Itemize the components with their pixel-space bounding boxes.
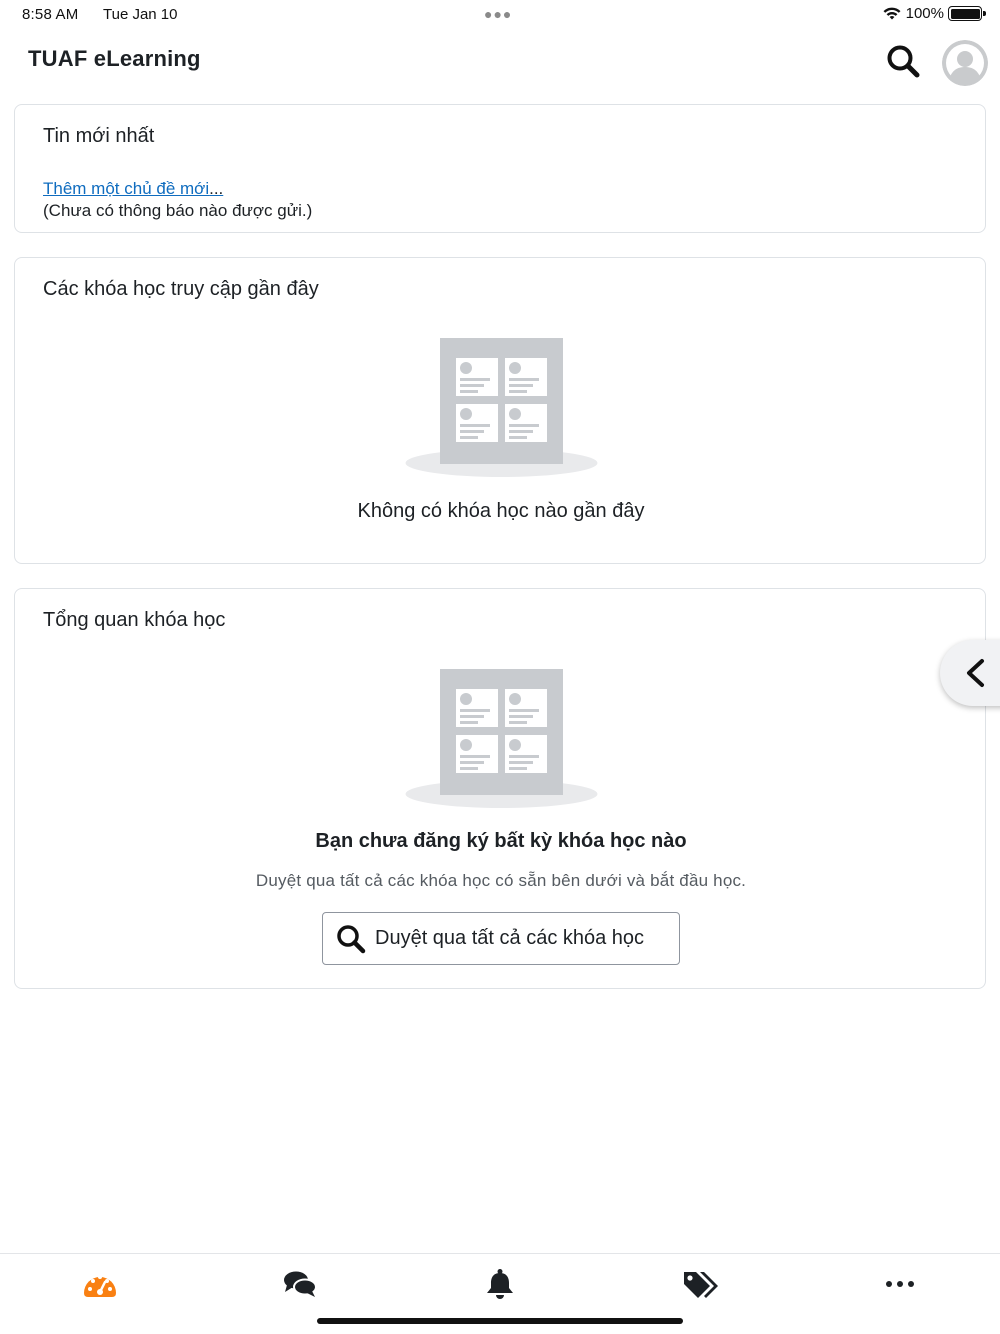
empty-overview-illustration-icon	[405, 669, 598, 808]
course-overview-title: Tổng quan khóa học	[43, 609, 226, 631]
tab-dashboard[interactable]	[80, 1266, 120, 1302]
recent-courses-title: Các khóa học truy cập gần đây	[43, 278, 319, 300]
search-button[interactable]	[884, 42, 922, 80]
browse-courses-hint: Duyệt qua tất cả các khóa học có sẵn bên…	[255, 871, 747, 890]
add-topic-link-row: Thêm một chủ đề mới...	[43, 179, 223, 199]
messages-icon	[284, 1271, 317, 1297]
dashboard-icon	[84, 1275, 116, 1297]
bell-icon	[487, 1269, 513, 1299]
tab-tags[interactable]	[680, 1266, 720, 1302]
search-icon	[337, 924, 366, 953]
multitasking-dots-icon: ●●●	[484, 6, 513, 22]
tab-messages[interactable]	[280, 1266, 320, 1302]
tags-icon	[684, 1272, 718, 1298]
latest-news-title: Tin mới nhất	[43, 125, 155, 147]
open-drawer-button[interactable]	[940, 640, 1000, 706]
more-icon	[886, 1281, 914, 1287]
recent-courses-card: Các khóa học truy cập gần đây Không có k…	[14, 257, 986, 564]
status-bar: 8:58 AM Tue Jan 10 ●●● 100%	[0, 0, 1000, 28]
battery-icon	[948, 6, 986, 21]
tab-notifications[interactable]	[480, 1266, 520, 1302]
no-enrolled-courses-heading: Bạn chưa đăng ký bất kỳ khóa học nào	[315, 830, 687, 852]
add-topic-ellipsis: ...	[209, 179, 224, 198]
wifi-icon	[883, 7, 901, 20]
status-date: Tue Jan 10	[103, 6, 178, 23]
latest-news-card: Tin mới nhất Thêm một chủ đề mới... (Chư…	[14, 104, 986, 233]
no-announcements-text: (Chưa có thông báo nào được gửi.)	[43, 201, 313, 220]
chevron-left-icon	[967, 659, 984, 687]
course-overview-card: Tổng quan khóa học Bạn chưa đăng ký bất …	[14, 588, 986, 989]
app-title: TUAF eLearning	[28, 46, 201, 71]
tab-more[interactable]	[880, 1266, 920, 1302]
user-avatar[interactable]	[942, 40, 988, 86]
browse-all-courses-label: Duyệt qua tất cả các khóa học	[375, 927, 645, 949]
status-time: 8:58 AM	[22, 6, 79, 23]
empty-courses-illustration-icon	[405, 338, 598, 477]
battery-percent: 100%	[905, 5, 944, 22]
browse-all-courses-button[interactable]: Duyệt qua tất cả các khóa học	[322, 912, 680, 965]
no-recent-courses-text: Không có khóa học nào gần đây	[357, 500, 645, 522]
add-topic-link[interactable]: Thêm một chủ đề mới	[43, 179, 209, 198]
user-avatar-icon	[942, 40, 988, 86]
home-indicator[interactable]	[317, 1318, 683, 1324]
status-indicators: 100%	[882, 5, 986, 22]
search-icon	[887, 45, 920, 78]
